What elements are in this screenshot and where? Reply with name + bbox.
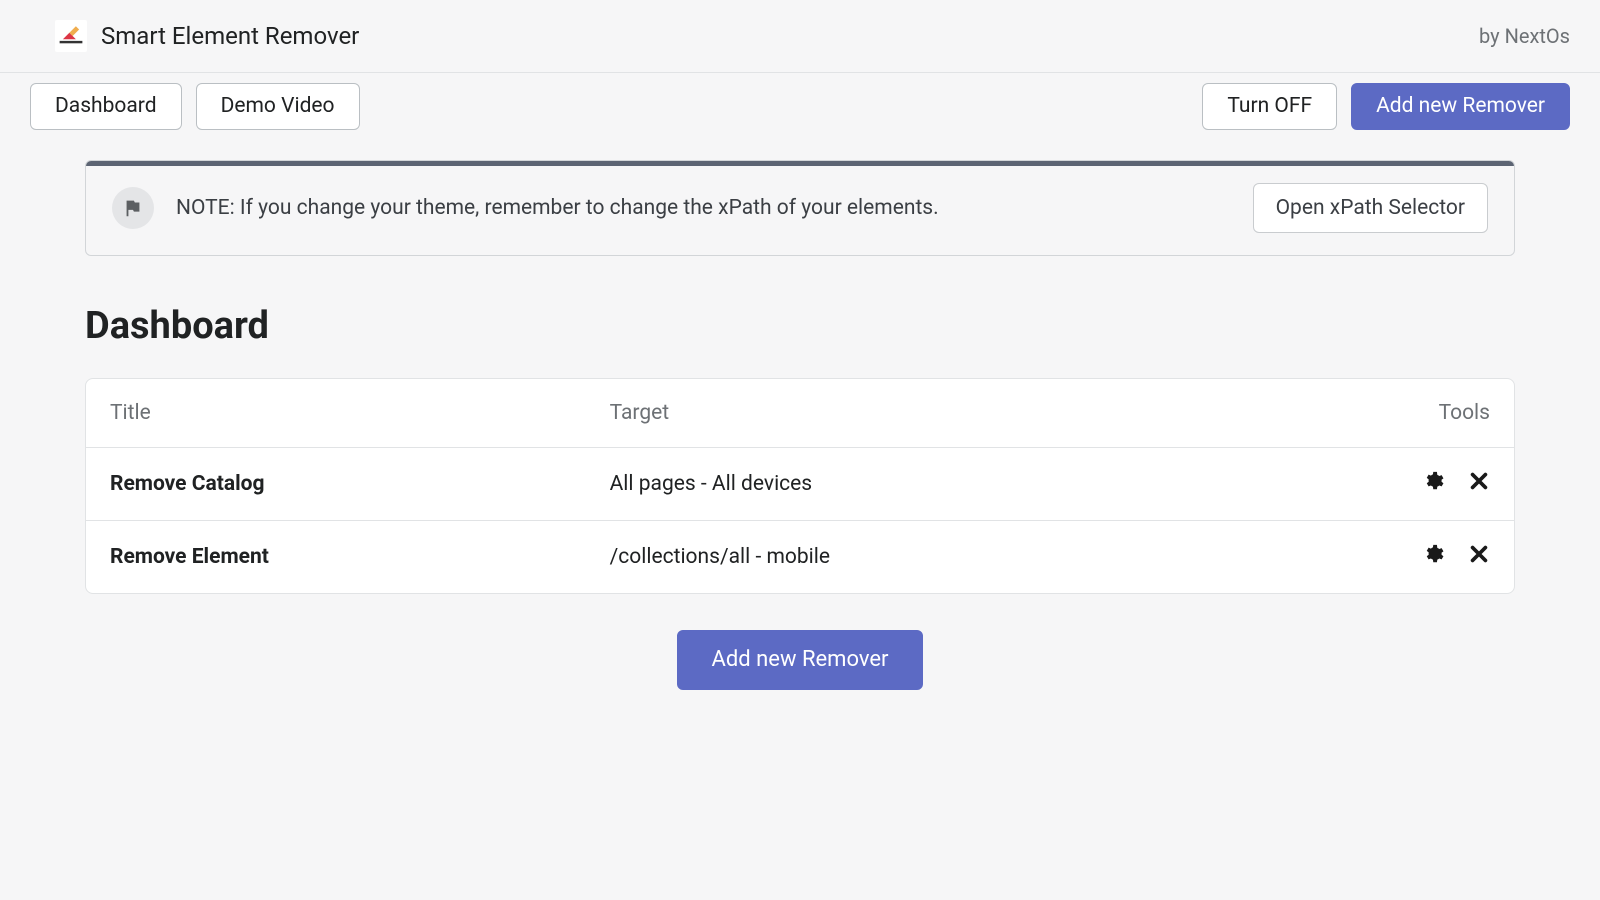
col-target: Target [586,379,1234,448]
toolbar: Dashboard Demo Video Turn OFF Add new Re… [0,73,1600,148]
toolbar-left: Dashboard Demo Video [30,83,360,130]
header-left: Smart Element Remover [55,20,359,52]
app-title: Smart Element Remover [101,22,359,50]
flag-icon [112,187,154,229]
note-text: NOTE: If you change your theme, remember… [176,196,1231,220]
close-icon[interactable] [1468,470,1490,492]
page-title: Dashboard [85,304,1515,348]
app-header: Smart Element Remover by NextOs [0,0,1600,73]
gear-icon[interactable] [1422,543,1444,565]
app-icon [55,20,87,52]
row-tools [1234,448,1514,521]
close-icon[interactable] [1468,543,1490,565]
col-title: Title [86,379,586,448]
table-row: Remove Element /collections/all - mobile [86,521,1514,594]
row-title: Remove Element [86,521,586,594]
note-card: NOTE: If you change your theme, remember… [85,160,1515,256]
removers-table-card: Title Target Tools Remove Catalog All pa… [85,378,1515,594]
header-byline: by NextOs [1479,24,1570,48]
removers-table: Title Target Tools Remove Catalog All pa… [86,379,1514,593]
dashboard-button[interactable]: Dashboard [30,83,182,130]
turn-off-button[interactable]: Turn OFF [1202,83,1337,130]
row-target: /collections/all - mobile [586,521,1234,594]
demo-video-button[interactable]: Demo Video [196,83,360,130]
add-new-remover-bottom-button[interactable]: Add new Remover [677,630,924,690]
table-row: Remove Catalog All pages - All devices [86,448,1514,521]
row-tools [1234,521,1514,594]
open-xpath-selector-button[interactable]: Open xPath Selector [1253,183,1488,233]
gear-icon[interactable] [1422,470,1444,492]
row-target: All pages - All devices [586,448,1234,521]
bottom-action: Add new Remover [85,630,1515,690]
col-tools: Tools [1234,379,1514,448]
add-new-remover-button[interactable]: Add new Remover [1351,83,1570,130]
row-title: Remove Catalog [86,448,586,521]
toolbar-right: Turn OFF Add new Remover [1202,83,1570,130]
main-content: NOTE: If you change your theme, remember… [0,160,1600,730]
